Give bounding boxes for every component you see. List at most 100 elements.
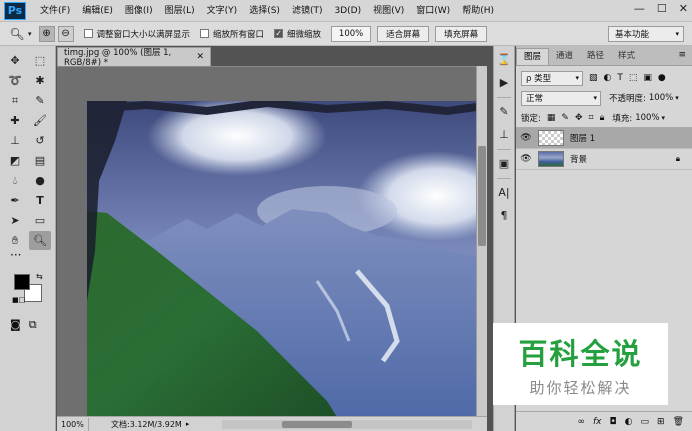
chevron-right-icon[interactable]: ▸ (186, 420, 190, 428)
lock-pixels-icon[interactable]: ✎ (561, 113, 569, 123)
paragraph-panel-icon[interactable]: ¶ (494, 205, 514, 225)
window-controls: — ☐ ✕ (634, 2, 688, 15)
restore-button[interactable]: ☐ (657, 2, 667, 15)
delete-layer-icon[interactable]: 🗑︎ (673, 417, 684, 427)
move-tool-icon[interactable]: ✥ (4, 51, 26, 70)
scrubby-zoom-checkbox[interactable]: ✓ 细微缩放 (274, 28, 321, 40)
tab-paths[interactable]: 路径 (580, 48, 611, 65)
menu-type[interactable]: 文字(Y) (201, 0, 244, 22)
blend-mode-select[interactable]: 正常 ▾ (521, 90, 601, 106)
visibility-eye-icon[interactable]: 👁︎ (516, 133, 536, 143)
menu-3d[interactable]: 3D(D) (328, 0, 367, 22)
lasso-tool-icon[interactable]: ➰ (4, 71, 26, 90)
zoom-in-button[interactable]: ⊕ (38, 25, 55, 42)
foreground-color-swatch[interactable] (14, 274, 30, 290)
layer-row-background[interactable]: 👁︎ 背景 🔒︎ (516, 149, 692, 170)
menu-help[interactable]: 帮助(H) (456, 0, 500, 22)
menu-view[interactable]: 视图(V) (367, 0, 410, 22)
zoom-out-button[interactable]: ⊖ (57, 25, 74, 42)
marquee-tool-icon[interactable]: ⬚ (29, 51, 51, 70)
tab-layers[interactable]: 图层 (516, 48, 550, 65)
menu-image[interactable]: 图像(I) (119, 0, 159, 22)
swap-colors-icon[interactable]: ⇆ (36, 272, 43, 281)
vertical-scrollbar[interactable] (476, 66, 487, 416)
brush-tool-icon[interactable]: 🖌︎ (29, 111, 51, 130)
path-selection-tool-icon[interactable]: ➤ (4, 211, 26, 230)
scroll-thumb[interactable] (478, 146, 486, 246)
chevron-down-icon[interactable]: ▾ (28, 30, 32, 38)
lock-all-icon[interactable]: 🔒︎ (600, 113, 605, 123)
screen-mode-icon[interactable]: ⧉ (29, 318, 37, 332)
rectangle-tool-icon[interactable]: ▭ (29, 211, 51, 230)
history-brush-tool-icon[interactable]: ↺ (29, 131, 51, 150)
zoom-all-windows-checkbox[interactable]: 缩放所有窗口 (200, 28, 264, 40)
adjustment-layer-icon[interactable]: ◐ (625, 417, 633, 427)
menu-file[interactable]: 文件(F) (34, 0, 76, 22)
magic-wand-tool-icon[interactable]: ✱ (29, 71, 51, 90)
eraser-tool-icon[interactable]: ◩ (4, 151, 26, 170)
fill-screen-button[interactable]: 填充屏幕 (435, 25, 488, 42)
layer-filter-select[interactable]: ρ 类型 ▾ (521, 70, 583, 86)
menu-edit[interactable]: 编辑(E) (76, 0, 119, 22)
fit-screen-button[interactable]: 适合屏幕 (377, 25, 430, 42)
scroll-thumb[interactable] (282, 421, 352, 428)
crop-tool-icon[interactable]: ⌗ (4, 91, 26, 110)
pixel-filter-icon[interactable]: ▧ (589, 73, 598, 83)
filter-toggle-icon[interactable]: ● (658, 73, 666, 83)
lock-transparent-icon[interactable]: ▦ (547, 113, 556, 123)
horizontal-scrollbar[interactable] (222, 420, 472, 429)
chevron-down-icon[interactable]: ▾ (662, 114, 666, 122)
add-mask-icon[interactable]: ◘ (610, 417, 617, 427)
type-tool-icon[interactable]: T (29, 191, 51, 210)
visibility-eye-icon[interactable]: 👁︎ (516, 154, 536, 164)
chevron-down-icon[interactable]: ▾ (675, 94, 679, 102)
eyedropper-tool-icon[interactable]: ✎ (29, 91, 51, 110)
zoom-percent-field[interactable]: 100% (331, 25, 372, 42)
clone-stamp-tool-icon[interactable]: ⊥ (4, 131, 26, 150)
smart-object-filter-icon[interactable]: ▣ (643, 73, 652, 83)
link-layers-icon[interactable]: ∞ (578, 417, 586, 427)
actions-panel-icon[interactable]: ▶ (494, 72, 514, 92)
lock-position-icon[interactable]: ✥ (575, 113, 583, 123)
status-zoom-field[interactable]: 100% (57, 417, 89, 431)
fill-field[interactable]: 100% (635, 113, 659, 123)
quick-mask-icon[interactable]: ◙ (10, 318, 21, 332)
gradient-tool-icon[interactable]: ▤ (29, 151, 51, 170)
zoom-tool-preset-icon[interactable]: 🔍︎ (6, 25, 28, 43)
tab-styles[interactable]: 样式 (611, 48, 642, 65)
history-panel-icon[interactable]: ⌛ (494, 49, 514, 69)
dodge-tool-icon[interactable]: ● (29, 171, 51, 190)
lock-artboard-icon[interactable]: ⌗ (588, 113, 593, 123)
panel-menu-icon[interactable]: ≡ (678, 50, 686, 60)
character-panel-icon[interactable]: A| (494, 182, 514, 202)
document-tab[interactable]: timg.jpg @ 100% (图层 1, RGB/8#) * ✕ (57, 47, 211, 68)
clone-source-icon[interactable]: ⊥ (494, 124, 514, 144)
healing-brush-tool-icon[interactable]: ✚ (4, 111, 26, 130)
shape-filter-icon[interactable]: ⬚ (629, 73, 638, 83)
menu-select[interactable]: 选择(S) (243, 0, 286, 22)
menu-layer[interactable]: 图层(L) (159, 0, 201, 22)
menu-window[interactable]: 窗口(W) (410, 0, 456, 22)
workspace-select[interactable]: 基本功能 ▾ (608, 26, 684, 42)
minimize-button[interactable]: — (634, 2, 645, 15)
new-group-icon[interactable]: ▭ (641, 417, 650, 427)
menu-filter[interactable]: 滤镜(T) (286, 0, 329, 22)
type-filter-icon[interactable]: T (617, 73, 623, 83)
blur-tool-icon[interactable]: 💧︎ (4, 171, 26, 190)
resize-windows-checkbox[interactable]: 调整窗口大小以满屏显示 (83, 28, 190, 40)
opacity-field[interactable]: 100% (649, 93, 673, 103)
close-button[interactable]: ✕ (679, 2, 688, 15)
more-tools-icon[interactable]: ··· (0, 249, 55, 264)
new-layer-icon[interactable]: ⊞ (657, 417, 665, 427)
pen-tool-icon[interactable]: ✒ (4, 191, 26, 210)
brush-panel-icon[interactable]: ✎ (494, 101, 514, 121)
image-canvas[interactable] (87, 101, 477, 416)
zoom-tool-icon[interactable]: 🔍︎ (29, 231, 51, 250)
default-colors-icon[interactable]: ■□ (12, 296, 25, 304)
close-icon[interactable]: ✕ (196, 52, 204, 62)
tab-channels[interactable]: 通道 (549, 48, 580, 65)
adjustment-filter-icon[interactable]: ◐ (604, 73, 612, 83)
layer-style-icon[interactable]: fx (593, 417, 602, 427)
layer-row-layer1[interactable]: 👁︎ 图层 1 (516, 128, 692, 149)
properties-panel-icon[interactable]: ▣ (494, 153, 514, 173)
